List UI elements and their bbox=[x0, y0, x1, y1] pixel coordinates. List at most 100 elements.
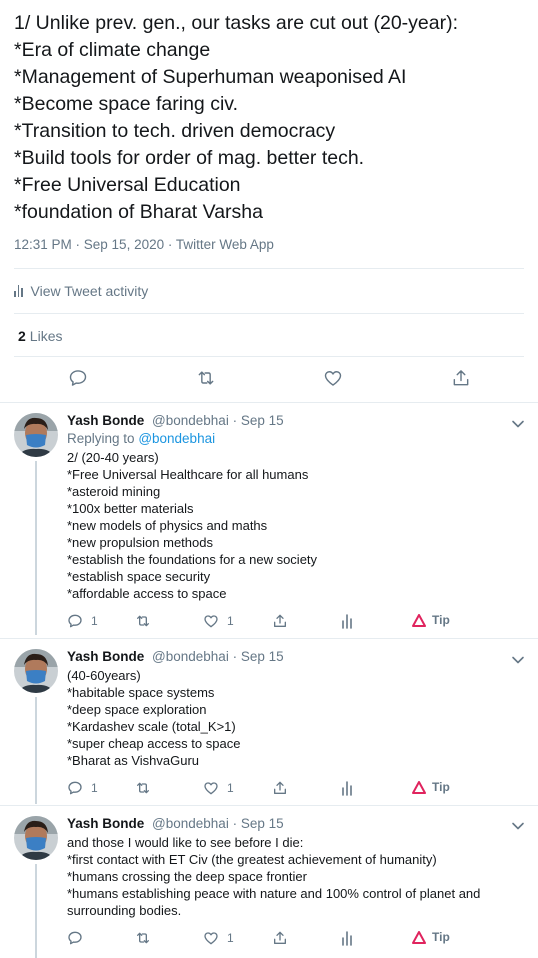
share-button[interactable] bbox=[272, 780, 288, 796]
author-handle[interactable]: @bondebhai bbox=[152, 816, 229, 831]
reply-line: *humans establishing peace with nature a… bbox=[67, 886, 481, 901]
like-button[interactable]: 1 bbox=[203, 613, 234, 629]
tip-label: Tip bbox=[432, 930, 450, 944]
retweet-button[interactable] bbox=[134, 930, 152, 946]
reply-button[interactable]: 1 bbox=[67, 613, 98, 629]
analytics-icon bbox=[342, 614, 352, 629]
analytics-button[interactable] bbox=[341, 613, 355, 629]
reply-line: *100x better materials bbox=[67, 501, 194, 516]
main-tweet-text: 1/ Unlike prev. gen., our tasks are cut … bbox=[14, 10, 534, 226]
avatar[interactable] bbox=[14, 413, 58, 457]
retweet-icon bbox=[137, 932, 149, 944]
reply-tweet[interactable]: Yash Bonde @bondebhai · Sep 15 and those… bbox=[0, 806, 538, 958]
analytics-button[interactable] bbox=[341, 780, 355, 796]
main-tweet-line: 1/ Unlike prev. gen., our tasks are cut … bbox=[14, 12, 459, 34]
author-name[interactable]: Yash Bonde bbox=[67, 413, 144, 428]
main-tweet-line: *Era of climate change bbox=[14, 39, 211, 61]
like-button[interactable]: 1 bbox=[203, 930, 234, 946]
tip-icon bbox=[412, 780, 426, 794]
chevron-down-icon[interactable] bbox=[511, 416, 525, 428]
reply-line: *establish the foundations for a new soc… bbox=[67, 552, 318, 567]
share-icon bbox=[274, 614, 286, 627]
retweet-button[interactable] bbox=[134, 780, 152, 796]
reply-line: surrounding bodies. bbox=[67, 903, 182, 918]
share-icon[interactable] bbox=[451, 368, 471, 393]
avatar[interactable] bbox=[14, 816, 58, 860]
replying-to: Replying to @bondebhai bbox=[67, 431, 215, 446]
avatar[interactable] bbox=[14, 649, 58, 693]
reply-text: 2/ (20-40 years) *Free Universal Healthc… bbox=[67, 449, 527, 602]
divider bbox=[14, 313, 524, 314]
reply-line: *establish space security bbox=[67, 569, 211, 584]
retweet-icon bbox=[137, 782, 149, 794]
reply-line: *new models of physics and maths bbox=[67, 518, 268, 533]
retweet-icon[interactable] bbox=[195, 368, 217, 393]
author-name[interactable]: Yash Bonde bbox=[67, 816, 144, 831]
tweet-date[interactable]: · Sep 15 bbox=[233, 413, 284, 428]
reply-line: *deep space exploration bbox=[67, 702, 207, 717]
likes-count-link[interactable]: 2 Likes bbox=[18, 328, 62, 344]
retweet-icon bbox=[137, 615, 149, 627]
reply-line: and those I would like to see before I d… bbox=[67, 835, 304, 850]
tip-button[interactable]: Tip bbox=[412, 930, 450, 944]
replying-to-link[interactable]: @bondebhai bbox=[138, 431, 215, 446]
share-button[interactable] bbox=[272, 613, 288, 629]
share-icon bbox=[274, 781, 286, 794]
reply-text: (40-60years) *habitable space systems *d… bbox=[67, 667, 527, 769]
reply-actions: 1 1 Tip bbox=[0, 613, 538, 631]
reply-tweet[interactable]: Yash Bonde @bondebhai · Sep 15 (40-60yea… bbox=[0, 639, 538, 804]
share-button[interactable] bbox=[272, 930, 288, 946]
main-tweet-line: *Free Universal Education bbox=[14, 174, 241, 196]
divider bbox=[14, 356, 524, 357]
tip-button[interactable]: Tip bbox=[412, 780, 450, 794]
reply-actions: 1 1 Tip bbox=[0, 780, 538, 798]
reply-icon[interactable] bbox=[68, 368, 88, 393]
reply-line: 2/ (20-40 years) bbox=[67, 450, 159, 465]
analytics-icon bbox=[342, 931, 352, 946]
view-tweet-activity-label: View Tweet activity bbox=[30, 283, 149, 299]
author-handle[interactable]: @bondebhai bbox=[152, 413, 229, 428]
likes-count: 2 bbox=[18, 328, 26, 344]
reply-button[interactable] bbox=[67, 930, 83, 946]
like-count: 1 bbox=[227, 781, 234, 795]
share-icon bbox=[274, 931, 286, 944]
tweet-date[interactable]: · Sep 15 bbox=[233, 649, 284, 664]
tip-label: Tip bbox=[432, 613, 450, 627]
like-icon bbox=[204, 782, 218, 795]
reply-line: *humans crossing the deep space frontier bbox=[67, 869, 307, 884]
reply-line: *first contact with ET Civ (the greatest… bbox=[67, 852, 437, 867]
main-tweet-line: *Become space faring civ. bbox=[14, 93, 238, 115]
author-name[interactable]: Yash Bonde bbox=[67, 649, 144, 664]
chevron-down-icon[interactable] bbox=[511, 652, 525, 664]
reply-button[interactable]: 1 bbox=[67, 780, 98, 796]
reply-header: Yash Bonde @bondebhai · Sep 15 bbox=[67, 413, 284, 428]
tweet-date[interactable]: · Sep 15 bbox=[233, 816, 284, 831]
analytics-button[interactable] bbox=[341, 930, 355, 946]
tweet-timestamp[interactable]: 12:31 PM · Sep 15, 2020 · Twitter Web Ap… bbox=[14, 237, 274, 252]
reply-text: and those I would like to see before I d… bbox=[67, 834, 527, 919]
reply-icon bbox=[68, 614, 82, 628]
tip-label: Tip bbox=[432, 780, 450, 794]
reply-tweet[interactable]: Yash Bonde @bondebhai · Sep 15 Replying … bbox=[0, 403, 538, 635]
view-tweet-activity-link[interactable]: View Tweet activity bbox=[14, 283, 148, 299]
analytics-icon bbox=[342, 781, 352, 796]
reply-header: Yash Bonde @bondebhai · Sep 15 bbox=[67, 649, 284, 664]
chevron-down-icon[interactable] bbox=[511, 818, 525, 830]
reply-header: Yash Bonde @bondebhai · Sep 15 bbox=[67, 816, 284, 831]
reply-line: (40-60years) bbox=[67, 668, 141, 683]
reply-icon bbox=[68, 931, 82, 945]
tip-button[interactable]: Tip bbox=[412, 613, 450, 627]
like-icon[interactable] bbox=[323, 368, 343, 393]
retweet-button[interactable] bbox=[134, 613, 152, 629]
analytics-icon bbox=[14, 285, 23, 297]
author-handle[interactable]: @bondebhai bbox=[152, 649, 229, 664]
likes-label: Likes bbox=[29, 328, 63, 344]
thread-line bbox=[35, 461, 37, 635]
reply-line: *asteroid mining bbox=[67, 484, 161, 499]
reply-line: *affordable access to space bbox=[67, 586, 227, 601]
reply-count: 1 bbox=[91, 614, 98, 628]
like-button[interactable]: 1 bbox=[203, 780, 234, 796]
main-tweet-line: *Build tools for order of mag. better te… bbox=[14, 147, 365, 169]
reply-icon bbox=[68, 781, 82, 795]
tip-icon bbox=[412, 930, 426, 944]
